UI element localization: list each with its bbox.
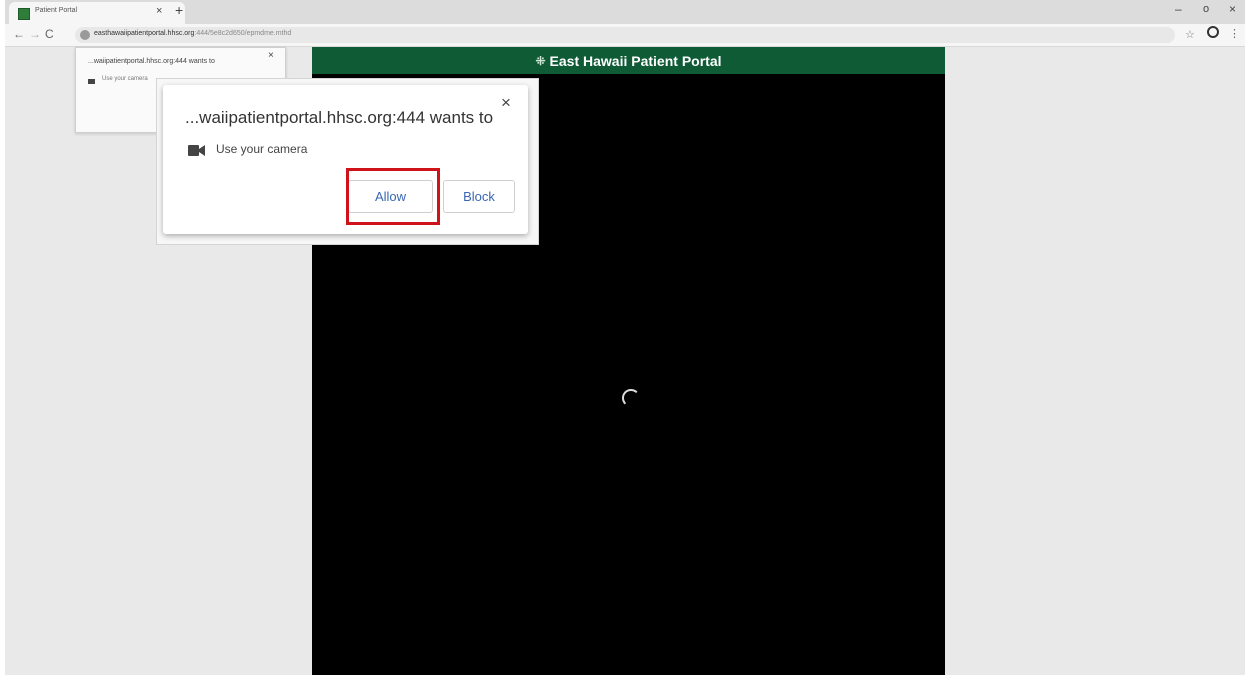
reload-icon[interactable]: C [45, 27, 54, 41]
address-bar[interactable]: easthawaiipatientportal.hhsc.org:444/5e8… [75, 27, 1175, 43]
tab-title: Patient Portal [35, 7, 78, 14]
maximize-button[interactable]: o [1203, 3, 1209, 15]
camera-icon [188, 145, 205, 156]
prompt-title: ...waiipatientportal.hhsc.org:444 wants … [185, 108, 494, 127]
mini-camera-icon [88, 79, 95, 84]
portal-logo-icon: ⁜ [535, 53, 546, 68]
minimize-button[interactable]: – [1175, 2, 1182, 16]
tab-strip: Patient Portal × + – o × [5, 0, 1245, 24]
mini-prompt-permission: Use your camera [102, 76, 148, 82]
permission-label: Use your camera [216, 142, 308, 156]
mini-prompt-close-icon[interactable]: × [268, 50, 274, 61]
prompt-close-icon[interactable]: × [501, 93, 511, 113]
back-arrow-icon[interactable]: ← [13, 27, 25, 41]
portal-header: ⁜ East Hawaii Patient Portal [312, 47, 945, 74]
url-text: easthawaiipatientportal.hhsc.org:444/5e8… [94, 30, 291, 37]
allow-highlight-box [346, 168, 440, 225]
url-host: easthawaiipatientportal.hhsc.org [94, 30, 195, 37]
url-path: :444/5e8c2d650/epmdme.mthd [194, 30, 292, 37]
mini-prompt-title: ...waiipatientportal.hhsc.org:444 wants … [88, 58, 215, 65]
block-button[interactable]: Block [443, 180, 515, 213]
bookmark-star-icon[interactable]: ☆ [1185, 28, 1195, 41]
new-tab-button[interactable]: + [175, 2, 183, 18]
portal-title: East Hawaii Patient Portal [549, 52, 722, 69]
loading-spinner-icon [622, 389, 640, 407]
forward-arrow-icon[interactable]: → [29, 27, 41, 41]
profile-icon[interactable] [1207, 26, 1219, 38]
close-window-button[interactable]: × [1229, 2, 1236, 16]
tab-close-icon[interactable]: × [156, 5, 162, 17]
browser-menu-icon[interactable]: ⋮ [1229, 27, 1240, 40]
site-info-icon[interactable] [80, 30, 90, 40]
browser-toolbar: ← → C easthawaiipatientportal.hhsc.org:4… [5, 24, 1245, 47]
tab-patient-portal[interactable]: Patient Portal × [9, 2, 185, 24]
portal-favicon-icon [18, 8, 30, 20]
